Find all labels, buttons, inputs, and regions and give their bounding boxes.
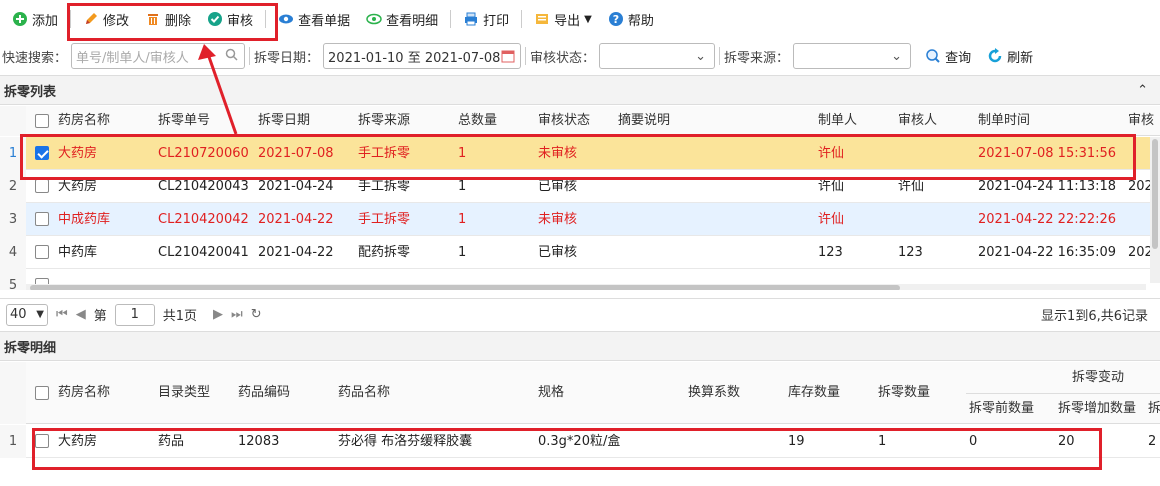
annotation-arrow <box>198 44 238 135</box>
